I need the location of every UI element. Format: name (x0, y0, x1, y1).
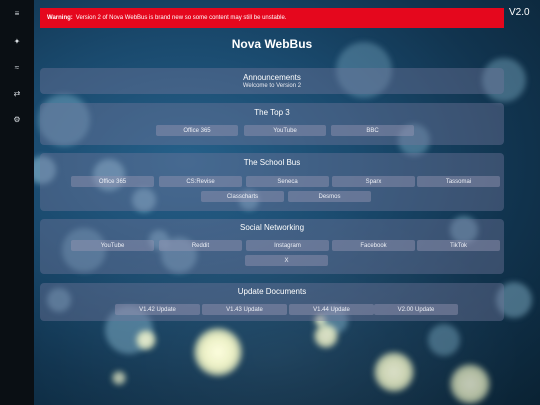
gear-icon[interactable]: ⚙ (0, 112, 34, 126)
social-title: Social Networking (239, 223, 305, 232)
swap-icon[interactable]: ⇄ (0, 86, 34, 100)
update-v144-button[interactable]: V1.44 Update (289, 304, 374, 315)
warning-text: Version 2 of Nova WebBus is brand new so… (75, 15, 287, 21)
school-desmos-button[interactable]: Desmos (288, 191, 371, 202)
school-bus-title: The School Bus (243, 158, 301, 167)
updates-panel: Update Documents V1.42 Update V1.43 Upda… (40, 283, 504, 321)
top3-youtube-button[interactable]: YouTube (244, 125, 326, 136)
warning-banner: Warning: Version 2 of Nova WebBus is bra… (40, 8, 504, 28)
social-instagram-button[interactable]: Instagram (246, 240, 329, 251)
top3-panel: The Top 3 Office 365 YouTube BBC (40, 103, 504, 145)
bus-icon[interactable]: ✦ (0, 34, 34, 48)
page-title: Nova WebBus (231, 37, 313, 51)
school-bus-panel: The School Bus Office 365 CS:Revise Sene… (40, 153, 504, 211)
announcements-text: Welcome to Version 2 (242, 83, 302, 89)
top3-bbc-button[interactable]: BBC (331, 125, 414, 136)
update-v143-button[interactable]: V1.43 Update (202, 304, 287, 315)
top3-title: The Top 3 (254, 108, 290, 117)
school-classcharts-button[interactable]: Classcharts (201, 191, 284, 202)
school-csrevise-button[interactable]: CS:Revise (159, 176, 242, 187)
version-label: V2.0 (509, 7, 530, 18)
social-facebook-button[interactable]: Facebook (332, 240, 415, 251)
wave-icon[interactable]: ≈ (0, 60, 34, 74)
update-v142-button[interactable]: V1.42 Update (115, 304, 200, 315)
announcements-title: Announcements (243, 73, 301, 82)
social-youtube-button[interactable]: YouTube (71, 240, 154, 251)
social-panel: Social Networking YouTube Reddit Instagr… (40, 219, 504, 274)
top3-office365-button[interactable]: Office 365 (156, 125, 238, 136)
sidebar: ≡ ✦ ≈ ⇄ ⚙ (0, 0, 34, 405)
school-sparx-button[interactable]: Sparx (332, 176, 415, 187)
school-seneca-button[interactable]: Seneca (246, 176, 329, 187)
menu-icon[interactable]: ≡ (0, 6, 34, 20)
social-tiktok-button[interactable]: TikTok (417, 240, 500, 251)
social-x-button[interactable]: X (245, 255, 328, 266)
school-office365-button[interactable]: Office 365 (71, 176, 154, 187)
announcements-panel: Announcements Welcome to Version 2 (40, 68, 504, 94)
school-tassomai-button[interactable]: Tassomai (417, 176, 500, 187)
update-v200-button[interactable]: V2.00 Update (374, 304, 458, 315)
updates-title: Update Documents (237, 287, 307, 296)
social-reddit-button[interactable]: Reddit (159, 240, 242, 251)
warning-label: Warning: (47, 15, 73, 21)
